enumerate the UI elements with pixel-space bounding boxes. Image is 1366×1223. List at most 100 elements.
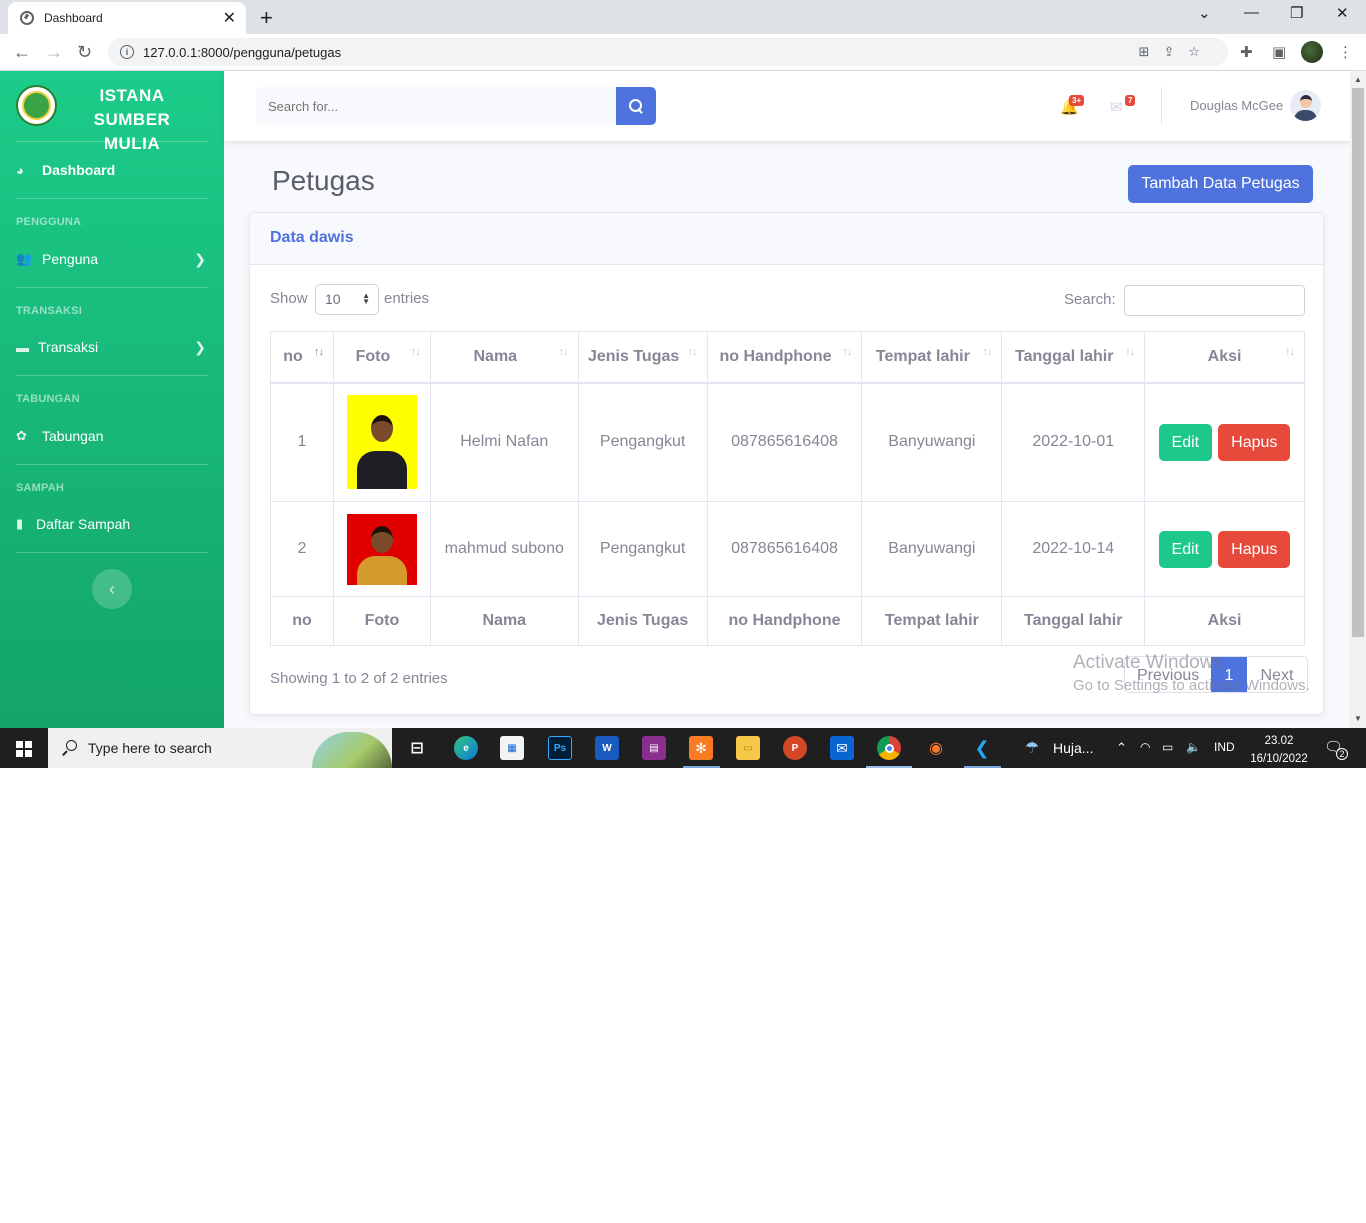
wifi-icon[interactable]: ◠ [1140,740,1150,754]
back-icon[interactable]: ← [13,42,31,63]
address-bar[interactable]: i 127.0.0.1:8000/pengguna/petugas ⊞⇪☆ [108,38,1228,66]
scroll-down-icon[interactable]: ▼ [1354,714,1362,723]
browser-menu-icon[interactable]: ⋮ [1338,43,1353,61]
sidebar-item-penguna[interactable]: 👥 Penguna ❯ [16,247,208,271]
sidebar-heading-tabungan: TABUNGAN [16,393,80,405]
column-header-tanggal-lahir[interactable]: Tanggal lahir ↑↓ [1001,331,1146,384]
taskbar-clock[interactable]: 23.02 16/10/2022 [1249,732,1309,768]
topbar-search-button[interactable] [616,87,656,125]
winrar-icon[interactable]: ▤ [642,736,666,760]
volume-icon[interactable]: 🔈 [1186,740,1201,754]
scrollbar-thumb[interactable] [1352,88,1364,637]
language-indicator[interactable]: IND [1214,740,1235,754]
tachometer-icon: ◕ [16,162,24,178]
table-search-input[interactable] [1124,285,1305,316]
browser-tabbar: Dashboard ✕ + ⌄ — ❐ ✕ [0,0,1366,34]
search-icon [62,740,78,756]
delete-button[interactable]: Hapus [1218,530,1291,568]
table-row: 1 Helmi Nafan Pengangkut 087865616408 Ba… [270,382,1305,502]
forward-icon[interactable]: → [45,42,63,63]
column-header-no-handphone[interactable]: no Handphone ↑↓ [706,331,863,384]
column-header-foto[interactable]: Foto ↑↓ [332,331,431,384]
tab-search-icon[interactable]: ⌄ [1198,4,1211,22]
footer-tempat-lahir: Tempat lahir [861,596,1003,646]
delete-button[interactable]: Hapus [1218,423,1291,461]
envelope-icon[interactable]: ✉ [1110,98,1123,116]
weather-umbrella-icon[interactable]: ☂ [1020,736,1044,760]
dashboard-favicon-icon [20,11,34,25]
users-icon: 👥 [16,251,33,266]
footer-tanggal-lahir: Tanggal lahir [1001,596,1146,646]
browser-profile-avatar[interactable] [1301,41,1323,63]
task-view-icon[interactable]: ⊟ [405,736,429,760]
cell-no-handphone: 087865616408 [706,501,863,597]
column-header-tempat-lahir[interactable]: Tempat lahir ↑↓ [861,331,1003,384]
file-explorer-icon[interactable]: ▭ [736,736,760,760]
minimize-icon[interactable]: — [1244,4,1259,21]
xampp-icon[interactable]: ✻ [689,736,713,760]
cell-nama: Helmi Nafan [429,382,579,502]
close-window-icon[interactable]: ✕ [1336,4,1349,22]
scroll-up-icon[interactable]: ▲ [1354,75,1362,84]
user-name[interactable]: Douglas McGee [1190,98,1283,113]
sidebar-item-tabungan[interactable]: ✿ Tabungan [16,424,208,448]
url-text: 127.0.0.1:8000/pengguna/petugas [143,44,342,60]
sidebar-brand[interactable]: ISTANA SUMBER MULIA [0,71,224,153]
close-tab-icon[interactable]: ✕ [223,8,236,28]
entries-label: entries [384,290,430,307]
search-icon [629,99,643,113]
sidebar-item-label: Transaksi [38,339,99,355]
store-icon[interactable]: ▦ [500,736,524,760]
chrome-icon[interactable] [877,736,901,760]
user-avatar[interactable] [1290,90,1321,121]
column-header-aksi[interactable]: Aksi ↑↓ [1144,331,1305,384]
sort-icon: ↑↓ [410,346,421,358]
restore-icon[interactable]: ❐ [1290,4,1303,22]
site-info-icon[interactable]: i [120,45,134,59]
bookmark-star-icon[interactable]: ☆ [1188,44,1214,59]
extensions-icon[interactable]: ✚ [1240,43,1253,61]
reload-icon[interactable]: ↻ [77,42,92,63]
activate-windows-watermark: Activate Windows Go to Settings to activ… [1073,652,1310,694]
sidebar-divider [16,287,208,288]
brand-line-1: ISTANA [99,86,165,105]
page-title: Petugas [272,165,375,196]
sidebar-item-label: Tabungan [42,428,104,444]
windows-start-icon[interactable] [16,741,32,757]
column-header-nama[interactable]: Nama ↑↓ [429,331,579,384]
battery-icon[interactable]: ▭ [1162,740,1173,754]
cell-nama: mahmud subono [429,501,579,597]
chevron-right-icon: ❯ [194,338,206,355]
sidebar-item-daftar-sampah[interactable]: ▮ Daftar Sampah [16,512,208,536]
edit-button[interactable]: Edit [1158,530,1212,568]
edit-button[interactable]: Edit [1158,423,1212,461]
table-search-label: Search: [1064,291,1116,308]
browser-tab[interactable]: Dashboard ✕ [8,2,246,34]
sidebar-item-dashboard[interactable]: ◕ Dashboard [16,158,208,182]
sidebar-toggle-button[interactable]: ‹ [92,569,132,609]
footer-foto: Foto [332,596,431,646]
tray-chevron-icon[interactable]: ⌃ [1116,740,1127,756]
new-tab-icon[interactable]: + [260,5,273,31]
column-header-jenis-tugas[interactable]: Jenis Tugas ↑↓ [577,331,708,384]
sidebar-item-transaksi[interactable]: ▬ Transaksi ❯ [16,335,208,359]
topbar-search-input[interactable] [256,87,616,125]
edge-icon[interactable]: e [454,736,478,760]
weather-text[interactable]: Huja... [1053,740,1093,756]
blender-icon[interactable]: ◉ [924,736,948,760]
vscode-icon[interactable]: ❮ [970,736,994,760]
column-header-no[interactable]: no ↑↓ [270,331,334,384]
mail-icon[interactable]: ✉ [830,736,854,760]
entries-length-select[interactable]: 10 ▲ ▼ [315,284,379,315]
add-petugas-button[interactable]: Tambah Data Petugas [1128,165,1313,203]
omnibox-actions[interactable]: ⊞⇪☆ [1139,44,1214,60]
side-panel-icon[interactable]: ▣ [1272,43,1286,61]
show-label: Show [270,290,308,307]
photoshop-icon[interactable]: Ps [548,736,572,760]
translate-icon[interactable]: ⊞ [1139,44,1164,59]
sidebar-divider [16,198,208,199]
page-scrollbar[interactable]: ▲ ▼ [1350,71,1366,728]
powerpoint-icon[interactable]: P [783,736,807,760]
word-icon[interactable]: W [595,736,619,760]
share-icon[interactable]: ⇪ [1163,44,1188,59]
